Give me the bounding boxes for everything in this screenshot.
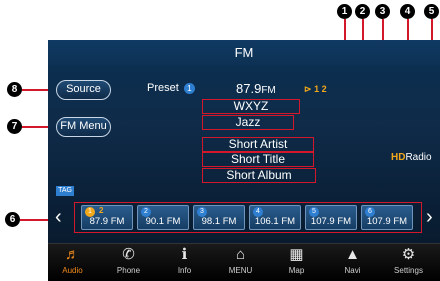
nav-label: Navi	[344, 266, 361, 275]
preset-button-2[interactable]: 2 90.1 FM	[137, 205, 189, 230]
album-box: Short Album	[202, 168, 316, 183]
nav-audio[interactable]: ♬ Audio	[48, 244, 97, 281]
map-icon: ▦	[289, 246, 304, 263]
gear-icon: ⚙	[401, 246, 416, 263]
nav-label: MENU	[228, 266, 253, 275]
chevron-left-icon[interactable]: ‹	[55, 207, 62, 227]
preset-button-6[interactable]: 6 107.9 FM	[361, 205, 413, 230]
hd-radio-icon: HD	[391, 152, 406, 163]
call-sign-box: WXYZ	[202, 99, 300, 114]
hd-radio-logo: HDRadio	[391, 152, 432, 163]
callout-4: 4	[400, 4, 415, 19]
callout-1: 1	[337, 4, 352, 19]
preset-button-5[interactable]: 5 107.9 FM	[305, 205, 357, 230]
artist-box: Short Artist	[202, 137, 314, 152]
source-button[interactable]: Source	[56, 80, 111, 100]
preset-frequency: 106.1 FM	[254, 216, 296, 227]
preset-hd-channel: 2	[99, 206, 104, 215]
nav-label: Phone	[116, 266, 141, 275]
nav-label: Settings	[394, 266, 423, 275]
callout-7: 7	[7, 119, 22, 134]
phone-icon: ✆	[122, 246, 135, 263]
preset-button-4[interactable]: 4 106.1 FM	[249, 205, 301, 230]
nav-label: Map	[288, 266, 305, 275]
preset-button-1[interactable]: 1 2 87.9 FM	[81, 205, 133, 230]
nav-phone[interactable]: ✆ Phone	[104, 244, 153, 281]
preset-frequency: 107.9 FM	[310, 216, 352, 227]
navigation-arrow-icon: ▲	[345, 246, 360, 263]
preset-frequency: 87.9 FM	[89, 216, 125, 227]
genre-box: Jazz	[202, 115, 294, 130]
preset-strip: 1 2 87.9 FM 2 90.1 FM 3 98.1 FM 4 106.1 …	[74, 202, 422, 233]
info-icon: ℹ	[181, 246, 188, 263]
fm-menu-button[interactable]: FM Menu	[56, 117, 111, 137]
hd-channel-numbers: 1 2	[314, 84, 327, 94]
frequency-value: 87.9	[236, 81, 262, 96]
hd-signal-icon: ⊳	[304, 84, 312, 94]
title-box: Short Title	[202, 152, 314, 167]
preset-indicator: Preset 1	[147, 82, 195, 94]
callout-2: 2	[355, 4, 370, 19]
bottom-nav-bar: ♬ Audio ✆ Phone ℹ Info ⌂ MENU ▦ Map ▲ Na…	[48, 243, 440, 281]
tag-button[interactable]: TAG	[56, 186, 74, 196]
preset-label: Preset	[147, 82, 179, 94]
nav-settings[interactable]: ⚙ Settings	[384, 244, 433, 281]
preset-frequency: 90.1 FM	[145, 216, 181, 227]
screen-title: FM	[48, 40, 440, 66]
preset-number-badge: 1	[183, 82, 195, 94]
current-frequency: 87.9FM	[236, 81, 276, 96]
chevron-right-icon[interactable]: ›	[426, 207, 433, 227]
callout-3: 3	[375, 4, 390, 19]
hd-radio-label: Radio	[405, 152, 432, 163]
nav-info[interactable]: ℹ Info	[160, 244, 209, 281]
music-note-icon: ♬	[65, 246, 80, 263]
frequency-unit: FM	[261, 85, 276, 96]
callout-6: 6	[5, 212, 20, 227]
home-icon: ⌂	[235, 246, 246, 263]
nav-label: Info	[177, 266, 192, 275]
nav-label: Audio	[62, 266, 83, 275]
nav-menu[interactable]: ⌂ MENU	[216, 244, 265, 281]
hd-channel-indicator: ⊳ 1 2	[304, 84, 327, 95]
preset-button-3[interactable]: 3 98.1 FM	[193, 205, 245, 230]
nav-navi[interactable]: ▲ Navi	[328, 244, 377, 281]
preset-frequency: 98.1 FM	[201, 216, 237, 227]
callout-5: 5	[424, 4, 439, 19]
callout-8: 8	[7, 82, 22, 97]
preset-frequency: 107.9 FM	[366, 216, 408, 227]
radio-screen: FM Source FM Menu Preset 1 87.9FM ⊳ 1 2 …	[48, 40, 440, 281]
nav-map[interactable]: ▦ Map	[272, 244, 321, 281]
